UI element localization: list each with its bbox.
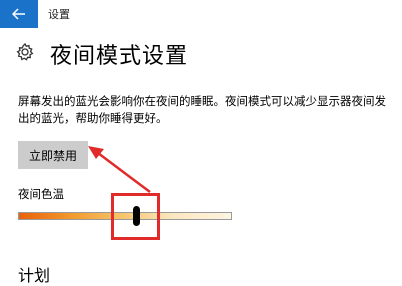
- back-button[interactable]: [0, 0, 38, 28]
- window-title: 设置: [48, 8, 70, 21]
- color-temperature-label: 夜间色温: [18, 187, 64, 201]
- title-bar: 设置: [0, 0, 402, 28]
- gear-icon: [16, 42, 34, 61]
- back-arrow-icon: [12, 8, 25, 20]
- page-description: 屏幕发出的蓝光会影响你在夜间的睡眠。夜间模式可以减少显示器夜间发出的蓝光，帮助你…: [18, 94, 386, 125]
- page-title: 夜间模式设置: [50, 44, 189, 69]
- schedule-section-title: 计划: [18, 266, 51, 285]
- disable-now-button[interactable]: 立即禁用: [18, 141, 88, 169]
- annotation-highlight-box: [111, 193, 160, 240]
